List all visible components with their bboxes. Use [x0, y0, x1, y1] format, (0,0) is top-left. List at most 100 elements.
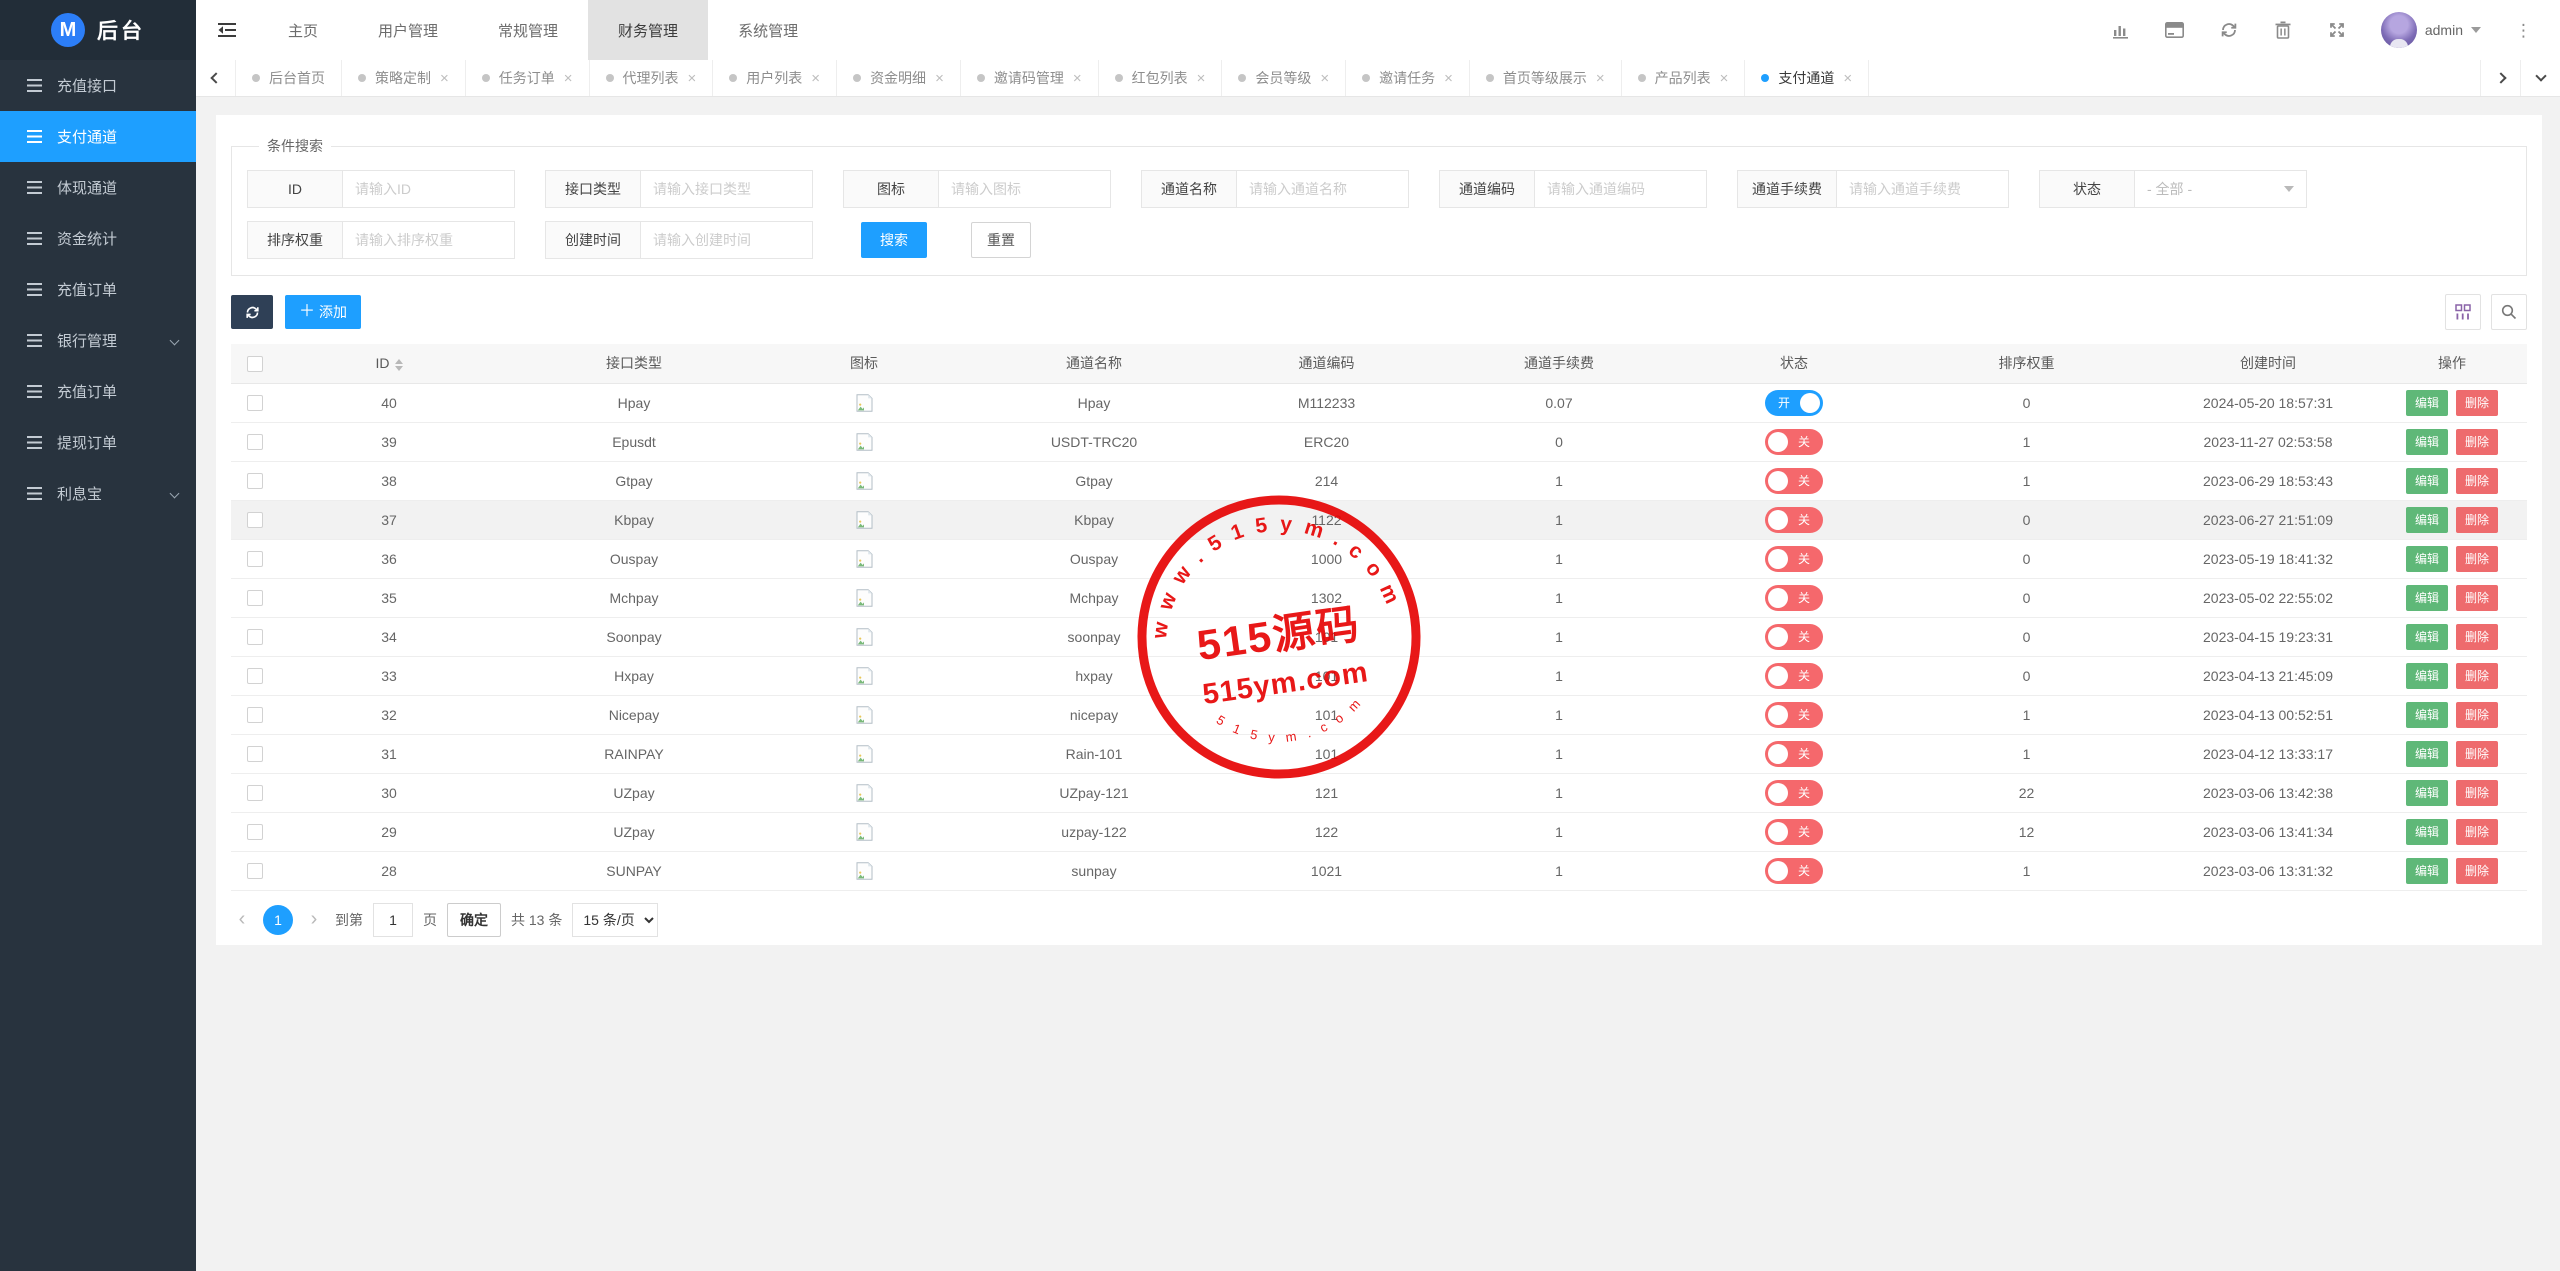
- row-checkbox[interactable]: [247, 629, 263, 645]
- tab-close-icon[interactable]: ×: [440, 71, 449, 86]
- delete-button[interactable]: 删除: [2456, 780, 2498, 806]
- sidebar-item-资金统计[interactable]: 资金统计: [0, 213, 196, 264]
- status-toggle[interactable]: 关: [1765, 585, 1823, 611]
- tab-scroll-right-button[interactable]: [2480, 60, 2520, 96]
- tab-item[interactable]: 用户列表×: [713, 60, 837, 96]
- delete-button[interactable]: 删除: [2456, 429, 2498, 455]
- delete-button[interactable]: 删除: [2456, 624, 2498, 650]
- status-toggle[interactable]: 关: [1765, 702, 1823, 728]
- delete-button[interactable]: 删除: [2456, 390, 2498, 416]
- id-input[interactable]: [343, 170, 515, 208]
- edit-button[interactable]: 编辑: [2406, 585, 2448, 611]
- row-checkbox[interactable]: [247, 746, 263, 762]
- edit-button[interactable]: 编辑: [2406, 858, 2448, 884]
- tab-menu-button[interactable]: [2520, 60, 2560, 96]
- chart-icon[interactable]: [2111, 20, 2131, 40]
- tab-close-icon[interactable]: ×: [811, 71, 820, 86]
- edit-button[interactable]: 编辑: [2406, 624, 2448, 650]
- tab-item[interactable]: 产品列表×: [1622, 60, 1746, 96]
- tab-close-icon[interactable]: ×: [1320, 71, 1329, 86]
- trash-icon[interactable]: [2273, 20, 2293, 40]
- tab-item[interactable]: 会员等级×: [1222, 60, 1346, 96]
- delete-button[interactable]: 删除: [2456, 507, 2498, 533]
- tab-item[interactable]: 红包列表×: [1099, 60, 1223, 96]
- delete-button[interactable]: 删除: [2456, 468, 2498, 494]
- edit-button[interactable]: 编辑: [2406, 507, 2448, 533]
- page-size-select[interactable]: 15 条/页: [572, 903, 658, 937]
- status-toggle[interactable]: 开: [1765, 390, 1823, 416]
- delete-button[interactable]: 删除: [2456, 819, 2498, 845]
- next-page-icon[interactable]: ›: [303, 908, 325, 931]
- page-number-button[interactable]: 1: [263, 905, 293, 935]
- status-toggle[interactable]: 关: [1765, 780, 1823, 806]
- edit-button[interactable]: 编辑: [2406, 468, 2448, 494]
- delete-button[interactable]: 删除: [2456, 702, 2498, 728]
- tab-close-icon[interactable]: ×: [935, 71, 944, 86]
- channel-name-input[interactable]: [1237, 170, 1409, 208]
- row-checkbox[interactable]: [247, 824, 263, 840]
- prev-page-icon[interactable]: ‹: [231, 908, 253, 931]
- tab-item[interactable]: 资金明细×: [837, 60, 961, 96]
- sidebar-item-银行管理[interactable]: 银行管理: [0, 315, 196, 366]
- icon-input[interactable]: [939, 170, 1111, 208]
- tab-item[interactable]: 后台首页: [236, 60, 342, 96]
- columns-filter-button[interactable]: [2445, 294, 2481, 330]
- status-toggle[interactable]: 关: [1765, 624, 1823, 650]
- edit-button[interactable]: 编辑: [2406, 390, 2448, 416]
- tab-close-icon[interactable]: ×: [1073, 71, 1082, 86]
- row-checkbox[interactable]: [247, 551, 263, 567]
- edit-button[interactable]: 编辑: [2406, 663, 2448, 689]
- channel-code-input[interactable]: [1535, 170, 1707, 208]
- tab-item[interactable]: 邀请码管理×: [961, 60, 1099, 96]
- row-checkbox[interactable]: [247, 668, 263, 684]
- delete-button[interactable]: 删除: [2456, 741, 2498, 767]
- fullscreen-icon[interactable]: [2327, 20, 2347, 40]
- row-checkbox[interactable]: [247, 590, 263, 606]
- edit-button[interactable]: 编辑: [2406, 780, 2448, 806]
- row-checkbox[interactable]: [247, 785, 263, 801]
- user-menu[interactable]: admin: [2381, 12, 2481, 48]
- row-checkbox[interactable]: [247, 434, 263, 450]
- card-window-icon[interactable]: [2165, 20, 2185, 40]
- goto-page-input[interactable]: [373, 903, 413, 937]
- edit-button[interactable]: 编辑: [2406, 741, 2448, 767]
- sort-weight-input[interactable]: [343, 221, 515, 259]
- tab-close-icon[interactable]: ×: [1843, 71, 1852, 86]
- edit-button[interactable]: 编辑: [2406, 429, 2448, 455]
- delete-button[interactable]: 删除: [2456, 663, 2498, 689]
- status-toggle[interactable]: 关: [1765, 741, 1823, 767]
- edit-button[interactable]: 编辑: [2406, 819, 2448, 845]
- sort-icon[interactable]: [395, 359, 403, 371]
- nav-item-系统管理[interactable]: 系统管理: [708, 0, 828, 60]
- edit-button[interactable]: 编辑: [2406, 702, 2448, 728]
- status-toggle[interactable]: 关: [1765, 858, 1823, 884]
- tab-close-icon[interactable]: ×: [1720, 71, 1729, 86]
- collapse-sidebar-icon[interactable]: [196, 0, 258, 60]
- status-toggle[interactable]: 关: [1765, 507, 1823, 533]
- more-vertical-icon[interactable]: ⋮: [2515, 22, 2532, 39]
- nav-item-财务管理[interactable]: 财务管理: [588, 0, 708, 60]
- row-checkbox[interactable]: [247, 512, 263, 528]
- refresh-icon[interactable]: [2219, 20, 2239, 40]
- sidebar-item-充值订单[interactable]: 充值订单: [0, 264, 196, 315]
- status-select[interactable]: - 全部 -: [2135, 170, 2307, 208]
- sidebar-item-提现订单[interactable]: 提现订单: [0, 417, 196, 468]
- status-toggle[interactable]: 关: [1765, 468, 1823, 494]
- delete-button[interactable]: 删除: [2456, 858, 2498, 884]
- tab-close-icon[interactable]: ×: [564, 71, 573, 86]
- tab-close-icon[interactable]: ×: [688, 71, 697, 86]
- tab-item[interactable]: 邀请任务×: [1346, 60, 1470, 96]
- delete-button[interactable]: 删除: [2456, 585, 2498, 611]
- tab-close-icon[interactable]: ×: [1596, 71, 1605, 86]
- status-toggle[interactable]: 关: [1765, 546, 1823, 572]
- delete-button[interactable]: 删除: [2456, 546, 2498, 572]
- sidebar-item-支付通道[interactable]: 支付通道: [0, 111, 196, 162]
- sidebar-item-体现通道[interactable]: 体现通道: [0, 162, 196, 213]
- row-checkbox[interactable]: [247, 473, 263, 489]
- tab-item[interactable]: 策略定制×: [342, 60, 466, 96]
- goto-confirm-button[interactable]: 确定: [447, 903, 501, 937]
- channel-fee-input[interactable]: [1837, 170, 2009, 208]
- status-toggle[interactable]: 关: [1765, 819, 1823, 845]
- sidebar-item-利息宝[interactable]: 利息宝: [0, 468, 196, 519]
- tab-item[interactable]: 任务订单×: [466, 60, 590, 96]
